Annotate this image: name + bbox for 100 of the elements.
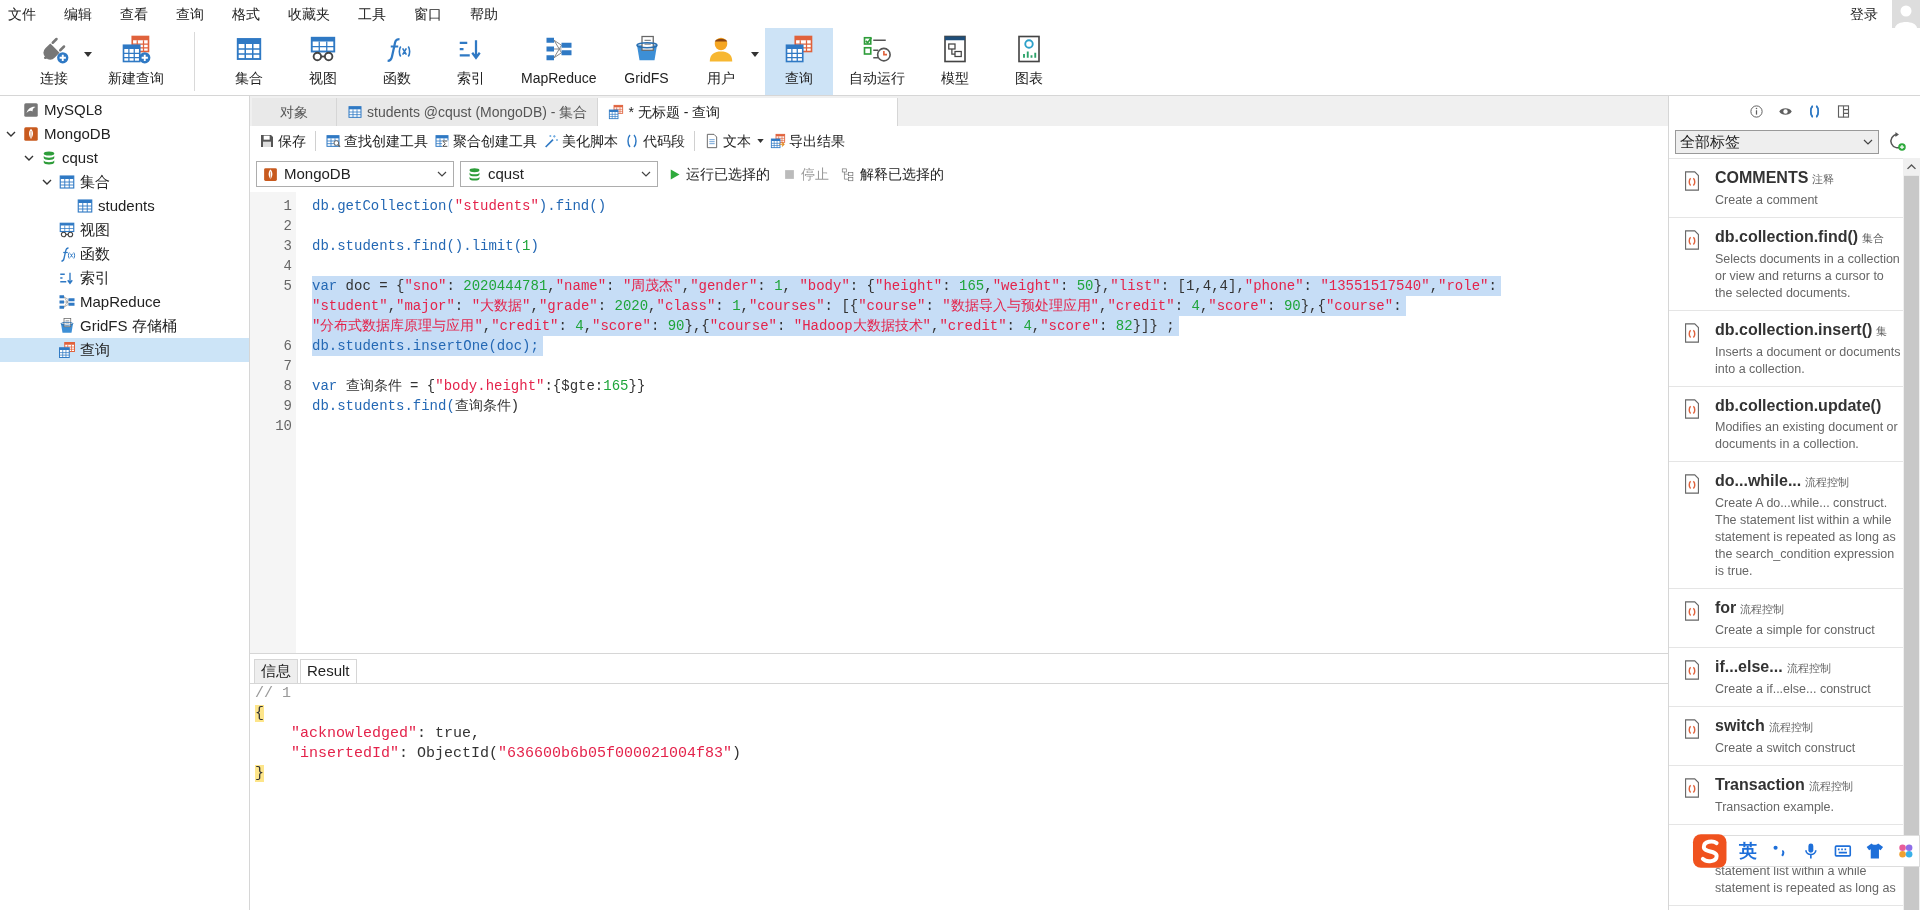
snippet-category: 流程控制 [1786, 662, 1831, 674]
toolbar-button[interactable]: MapReduce [511, 28, 607, 95]
toolbar-button[interactable]: GridFS [612, 28, 681, 95]
snippet-title: db.collection.insert() [1715, 321, 1873, 338]
table-magnifier-icon [325, 133, 341, 149]
menu-item[interactable]: 收藏夹 [288, 3, 330, 25]
menu-item[interactable]: 工具 [358, 3, 386, 25]
editor-tab[interactable]: * 无标题 - 查询 [598, 98, 899, 126]
scrollbar[interactable] [1903, 158, 1920, 910]
line-number: 8 [282, 377, 293, 396]
snippet-category: 流程控制 [1805, 476, 1850, 488]
snippet-title: db.collection.update() [1715, 397, 1882, 414]
magic-wand-icon [543, 133, 559, 149]
input-mode-toggle[interactable]: 英 [1739, 837, 1758, 865]
tree-item[interactable]: MapReduce [0, 290, 249, 314]
snippet-category: 流程控制 [1740, 603, 1785, 615]
table-icon [58, 341, 76, 359]
snippet-category: 流程控制 [1768, 721, 1813, 733]
table-icon [608, 104, 625, 120]
line-number: 9 [282, 397, 293, 416]
leaf-icon [262, 165, 279, 183]
toolbar-button[interactable]: 图表 [994, 28, 1063, 95]
menu-item[interactable]: 编辑 [64, 3, 92, 25]
caret-icon[interactable] [84, 52, 92, 57]
snippet-title: COMMENTS [1715, 169, 1809, 186]
floppy-icon [259, 133, 275, 149]
toolbar-button[interactable]: 美化脚本 [540, 129, 621, 153]
toolbar-button[interactable]: 文本 [701, 129, 767, 153]
connection-select[interactable]: MongoDB [256, 161, 454, 187]
info-icon[interactable] [1748, 103, 1764, 119]
menu-item[interactable]: 格式 [232, 3, 260, 25]
snippet-description: statement list within a while statement is repeated as long as [1715, 863, 1897, 897]
editor-tab[interactable]: students @cqust (MongoDB) - 集合 [337, 98, 599, 126]
toolbar-button[interactable]: 聚合创建工具 [431, 129, 540, 153]
result-tab[interactable]: Result [300, 659, 357, 683]
tree-item[interactable]: students [0, 194, 249, 218]
login-link[interactable]: 登录 [1850, 3, 1878, 25]
table-glasses-icon [58, 221, 76, 239]
toolbar-button[interactable]: 索引 [437, 28, 505, 95]
caret-icon[interactable] [750, 52, 759, 57]
snippet-title: Transaction [1715, 776, 1805, 793]
action-button[interactable]: 解释已选择的 [838, 163, 947, 185]
snippet-description: Modifies an existing document or documents in a collection. [1715, 419, 1899, 453]
refresh-plus-icon[interactable] [1887, 132, 1907, 152]
table-plus-icon [121, 34, 151, 64]
snippet-description: Create A do...while... construct. The statement list within a while statement is repeated as long as the search_condition expression is true. [1715, 495, 1897, 580]
snippet-title: db.collection.find() [1715, 228, 1859, 245]
tree-item[interactable]: 索引 [0, 266, 249, 290]
menu-item[interactable]: 查询 [176, 3, 204, 25]
tree-item[interactable]: 查询 [0, 338, 249, 362]
snippet-category: 流程控制 [1808, 780, 1853, 792]
database-select[interactable]: cqust [460, 161, 658, 187]
snippet-description: Selects documents in a collection or view and returns a cursor to the selected documents. [1715, 251, 1901, 302]
result-tab[interactable]: 信息 [254, 659, 298, 683]
snippet-description: Transaction example. [1715, 799, 1836, 816]
caret-icon[interactable] [757, 139, 764, 143]
toolbar-button[interactable]: 连接 [20, 28, 88, 95]
toolbar-button[interactable]: 查询 [764, 28, 833, 95]
menu-item[interactable]: 窗口 [414, 3, 442, 25]
input-method-logo-icon[interactable] [1692, 833, 1728, 869]
menu-item[interactable]: 查看 [120, 3, 148, 25]
snippet-category: 集合 [1862, 232, 1885, 244]
snippet-title: if...else... [1715, 658, 1783, 675]
menu-item[interactable]: 文件 [8, 3, 36, 25]
toolbar-button[interactable]: 函数 [363, 28, 431, 95]
tree-item[interactable]: GridFS 存储桶 [0, 314, 249, 338]
toolbar-button[interactable]: 导出结果 [767, 129, 848, 153]
tree-item[interactable]: 集合 [0, 170, 249, 194]
editor-tab[interactable]: 对象 [252, 98, 337, 126]
tree-item[interactable]: MongoDB [0, 122, 249, 146]
action-button[interactable]: 运行已选择的 [664, 163, 773, 185]
table-icon [76, 197, 94, 215]
tree-item[interactable]: MySQL8 [0, 98, 249, 122]
tree-item[interactable]: cqust [0, 146, 249, 170]
line-number: 7 [282, 357, 293, 376]
toolbar-button[interactable]: 视图 [289, 28, 357, 95]
columns-icon[interactable] [1835, 103, 1851, 119]
toolbar-button[interactable]: 用户 [686, 28, 755, 95]
menu-item[interactable]: 帮助 [470, 3, 498, 25]
toolbar-button[interactable]: 自动运行 [838, 28, 915, 95]
tree-item[interactable]: 函数 [0, 242, 249, 266]
toolbar-button[interactable]: 保存 [256, 129, 309, 153]
table-sigma-icon [434, 133, 450, 149]
toolbar-button[interactable]: 模型 [920, 28, 989, 95]
toolbar-button[interactable]: 新建查询 [98, 28, 174, 95]
shirt-icon[interactable] [1864, 841, 1885, 861]
tree-item[interactable]: 视图 [0, 218, 249, 242]
snippet-description: Create a switch construct [1715, 740, 1857, 757]
result-line: "acknowledged": true, [290, 724, 481, 744]
toolbar-button[interactable]: 代码段 [621, 129, 688, 153]
table-icon [347, 104, 363, 120]
toolbar-button[interactable]: 查找创建工具 [322, 129, 431, 153]
toolbar-button[interactable]: 集合 [215, 28, 283, 95]
tag-filter-select[interactable]: 全部标签 [1675, 130, 1879, 154]
line-number: 1 [282, 197, 293, 216]
dolphin-icon [22, 101, 40, 119]
snippet-description: Create a comment [1715, 192, 1819, 209]
result-line: // 1 [255, 684, 291, 704]
line-number: 6 [282, 337, 293, 356]
table-arrow-icon [770, 133, 786, 149]
